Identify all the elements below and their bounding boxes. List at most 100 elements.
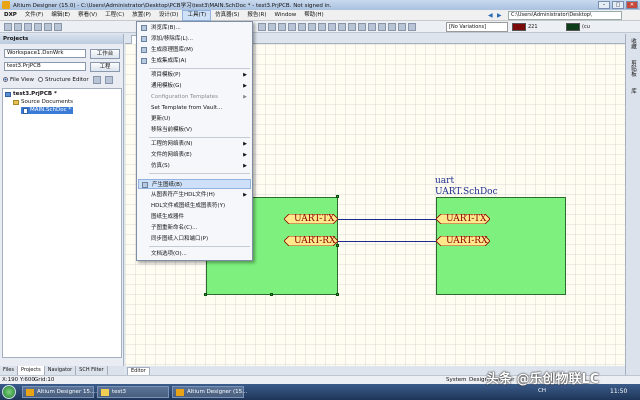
sheet-symbol-uart[interactable] [436,197,566,295]
menu-simulator[interactable]: 仿真器(S) [211,10,243,21]
grid-icon[interactable] [388,23,396,31]
menu-item-sync-sheet-entries[interactable]: 同步图纸入口和端口(P) [138,234,251,244]
menu-item-create-symbol-from-sheet[interactable]: HDL文件或图纸生成图表符(Y) [138,201,251,211]
taskbar-altium-2[interactable]: Altium Designer (15... [172,386,247,398]
selection-handle[interactable] [336,195,339,198]
panel-refresh-icon[interactable] [104,76,113,84]
menu-item-project-netlist[interactable]: 工程的网络表(N) ▶ [138,139,251,149]
power-port-icon[interactable] [288,23,296,31]
selection-handle[interactable] [204,293,207,296]
no-erc-icon[interactable] [348,23,356,31]
open-icon[interactable] [14,23,22,31]
ground-icon[interactable] [298,23,306,31]
minimize-button[interactable]: – [598,1,610,9]
menu-item-remove-current-template[interactable]: 移除当前模板(V) [138,125,251,135]
menu-reports[interactable]: 报告(R) [243,10,270,21]
part-icon[interactable] [308,23,316,31]
structure-editor-radio[interactable]: Structure Editor [38,77,89,83]
workspace-field[interactable]: Workspace1.DsnWrk [4,49,86,58]
project-button[interactable]: 工程 [90,62,120,72]
wire-icon[interactable] [258,23,266,31]
input-language[interactable]: CH [538,388,546,394]
sheet-entry-icon[interactable] [328,23,336,31]
menu-file[interactable]: 文件(F) [21,10,47,21]
new-icon[interactable] [4,23,12,31]
menu-edit[interactable]: 编辑(E) [47,10,74,21]
net-label-icon[interactable] [278,23,286,31]
line-icon[interactable] [368,23,376,31]
sheet-entry-uart-rx-right[interactable]: UART-RX [436,236,490,246]
tab-files[interactable]: Files [0,366,18,375]
color-swatch-dark-green[interactable] [566,23,580,31]
selection-handle[interactable] [336,293,339,296]
cross-probe-icon[interactable] [398,23,406,31]
tab-projects[interactable]: Projects [17,366,45,375]
tab-sch-filter[interactable]: SCH Filter [76,366,108,375]
text-icon[interactable] [358,23,366,31]
rail-libraries[interactable]: 库 [629,88,637,94]
zoom-fit-icon[interactable] [54,23,62,31]
tab-navigator[interactable]: Navigator [45,366,77,375]
panel-options-icon[interactable] [92,76,101,84]
path-input[interactable]: C:\Users\Administrator\Desktop\ [508,11,622,20]
menu-project[interactable]: 工程(C) [101,10,128,21]
menu-item-add-remove-library[interactable]: 添加/移除库(L)... [138,34,251,44]
tree-doc-item[interactable]: MAIN.SchDoc * [21,107,74,114]
zoom-icon[interactable] [44,23,52,31]
sheet-entry-uart-tx-left[interactable]: UART-TX [284,214,338,224]
sheet-designator-uart: uart [435,176,455,186]
port-icon[interactable] [338,23,346,31]
bus-icon[interactable] [268,23,276,31]
taskbar-altium-1[interactable]: Altium Designer 15.... [22,386,97,398]
menu-item-project-templates[interactable]: 项目模板(P) ▶ [138,70,251,80]
forward-arrow-icon[interactable]: ▶ [497,12,502,19]
rect-icon[interactable] [378,23,386,31]
wire-uart-rx[interactable] [338,241,436,242]
save-icon[interactable] [24,23,32,31]
tree-folder-item[interactable]: Source Documents [13,99,73,106]
menu-item-document-options[interactable]: 文档选项(O)... [138,249,251,259]
sheet-entry-uart-rx-left[interactable]: UART-RX [284,236,338,246]
maximize-button[interactable]: □ [612,1,624,9]
sheet-symbol-icon[interactable] [318,23,326,31]
compile-icon[interactable] [408,23,416,31]
menu-item-simulate[interactable]: 仿真(S) ▶ [138,161,251,171]
menu-help[interactable]: 帮助(H) [300,10,327,21]
taskbar-test3-folder[interactable]: test3 [97,386,169,398]
menu-tools[interactable]: 工具(T) [182,9,212,21]
menu-item-general-templates[interactable]: 通用模板(G) ▶ [138,81,251,91]
sheet-entry-uart-tx-right[interactable]: UART-TX [436,214,490,224]
menu-item-create-sheet-from-symbol[interactable]: 产生图纸(B) [138,179,251,189]
sheet-filename-uart: UART.SchDoc [435,187,498,197]
workspace-button[interactable]: 工作台 [90,49,120,59]
menu-item-make-sch-library[interactable]: 生成原理图库(M) [138,45,251,55]
color-swatch-dark-red[interactable] [512,23,526,31]
menu-item-create-hdl-from-symbol[interactable]: 从图表符产生HDL文件(H) ▶ [138,190,251,200]
menu-item-sheet-to-component[interactable]: 图纸生成器件 [138,212,251,222]
selection-handle[interactable] [270,293,273,296]
variations-select[interactable]: [No Variations] [446,22,508,32]
menu-item-rename-child-sheet[interactable]: 子图重新命名(C)... [138,223,251,233]
menu-item-make-integrated-library[interactable]: 生成集成库(A) [138,56,251,66]
print-icon[interactable] [34,23,42,31]
menu-view[interactable]: 察看(V) [74,10,101,21]
menu-item-browse-library[interactable]: 浏览库(B)... [138,23,251,33]
tree-project-item[interactable]: test3.PrjPCB * [5,91,57,98]
menu-window[interactable]: Window [271,10,301,21]
wire-uart-tx[interactable] [338,219,436,220]
back-arrow-icon[interactable]: ◀ [488,12,493,19]
menu-dxp[interactable]: DXP [0,10,21,21]
rail-favorites[interactable]: 收藏 [629,38,637,49]
menu-item-set-template-from-vault[interactable]: Set Template from Vault... [138,103,251,113]
menu-item-document-netlist[interactable]: 文件的网络表(E) ▶ [138,150,251,160]
start-button[interactable] [2,385,16,399]
menu-place[interactable]: 放置(P) [128,10,155,21]
rail-clipboard[interactable]: 剪贴板 [629,60,637,77]
menu-design[interactable]: 设计(D) [155,10,183,21]
project-field[interactable]: test3.PrjPCB [4,62,86,71]
menu-item-update[interactable]: 更新(U) [138,114,251,124]
file-view-radio[interactable]: File View [3,77,34,83]
close-button[interactable]: ✕ [626,1,638,9]
title-bar: Altium Designer (15.0) - C:\Users\Admini… [0,0,640,10]
status-system-button[interactable]: System [446,376,467,384]
